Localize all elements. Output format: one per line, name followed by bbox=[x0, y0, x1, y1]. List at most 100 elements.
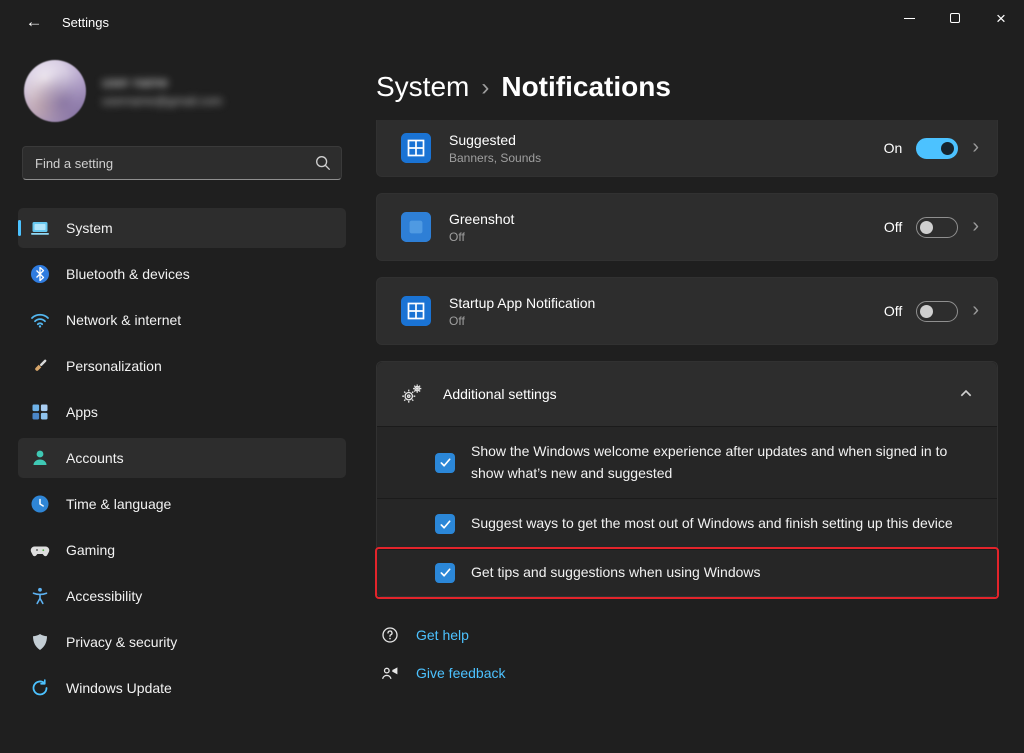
wifi-icon bbox=[30, 310, 50, 330]
checkbox-checked-icon[interactable] bbox=[435, 514, 455, 535]
brush-icon bbox=[30, 356, 50, 376]
greenshot-icon bbox=[401, 212, 431, 242]
checkbox-checked-icon[interactable] bbox=[435, 562, 455, 583]
sidebar-item-network-internet[interactable]: Network & internet bbox=[18, 300, 346, 340]
clock-icon bbox=[30, 494, 50, 514]
card-texts: Suggested Banners, Sounds bbox=[449, 132, 866, 165]
checkbox-checked-icon[interactable] bbox=[435, 452, 455, 473]
checkbox-label: Suggest ways to get the most out of Wind… bbox=[471, 515, 953, 532]
toggle-state-label: On bbox=[883, 140, 903, 156]
breadcrumb-system[interactable]: System bbox=[376, 71, 469, 103]
card-title: Greenshot bbox=[449, 210, 515, 227]
page-title: Notifications bbox=[501, 71, 671, 102]
toggle-switch[interactable] bbox=[916, 216, 959, 238]
card-controls: Off › bbox=[884, 300, 979, 323]
sidebar-item-system[interactable]: System bbox=[18, 208, 346, 248]
monitor-icon bbox=[30, 218, 50, 238]
toggle-switch[interactable] bbox=[916, 137, 959, 159]
sidebar-item-label: Personalization bbox=[66, 358, 162, 374]
sidebar-item-privacy-security[interactable]: Privacy & security bbox=[18, 622, 346, 662]
toggle-switch[interactable] bbox=[916, 300, 959, 322]
sidebar-item-label: Time & language bbox=[66, 496, 172, 512]
sidebar-item-personalization[interactable]: Personalization bbox=[18, 346, 346, 386]
profile-texts: user name username@gmail.com bbox=[102, 74, 222, 108]
window-controls: × bbox=[886, 0, 1024, 36]
close-button[interactable]: × bbox=[978, 0, 1024, 36]
controller-icon bbox=[30, 540, 50, 560]
window-grid-icon bbox=[401, 133, 431, 163]
app-title: Settings bbox=[62, 14, 109, 30]
avatar-image bbox=[24, 60, 86, 122]
toggle-knob bbox=[920, 304, 934, 318]
sidebar-item-label: Gaming bbox=[66, 542, 116, 558]
back-arrow-icon: ← bbox=[25, 12, 43, 31]
avatar bbox=[24, 60, 86, 122]
card-controls: Off › bbox=[884, 216, 979, 239]
search-icon bbox=[314, 154, 332, 172]
card-suggested[interactable]: Suggested Banners, Sounds On › bbox=[376, 120, 998, 177]
settings-list: Suggested Banners, Sounds On › Greenshot… bbox=[375, 120, 999, 599]
sidebar-item-apps[interactable]: Apps bbox=[18, 392, 346, 432]
card-greenshot[interactable]: Greenshot Off Off › bbox=[376, 193, 998, 261]
sidebar-item-accessibility[interactable]: Accessibility bbox=[18, 576, 346, 616]
sidebar-item-accounts[interactable]: Accounts bbox=[18, 438, 346, 478]
window-grid-icon bbox=[401, 296, 431, 326]
search-input[interactable] bbox=[22, 146, 342, 180]
close-icon: × bbox=[996, 8, 1006, 28]
checkbox-row-suggest-ways[interactable]: Suggest ways to get the most out of Wind… bbox=[377, 498, 997, 550]
card-title: Suggested bbox=[449, 131, 516, 148]
chevron-right-icon[interactable]: › bbox=[972, 300, 979, 323]
update-icon bbox=[30, 678, 50, 698]
titlebar: ← Settings × bbox=[0, 0, 1024, 44]
card-texts: Startup App Notification Off bbox=[449, 295, 866, 328]
chevron-up-icon[interactable] bbox=[959, 387, 973, 401]
search-box bbox=[22, 146, 342, 180]
sidebar-item-label: Apps bbox=[66, 404, 98, 420]
sidebar-item-label: System bbox=[66, 220, 113, 236]
sidebar-item-windows-update[interactable]: Windows Update bbox=[18, 668, 346, 708]
card-texts: Greenshot Off bbox=[449, 211, 866, 244]
card-startup-app-notification[interactable]: Startup App Notification Off Off › bbox=[376, 277, 998, 345]
card-controls: On › bbox=[884, 137, 979, 160]
selected-indicator bbox=[18, 220, 21, 236]
toggle-state-label: Off bbox=[883, 303, 903, 319]
minimize-button[interactable] bbox=[886, 0, 932, 36]
person-icon bbox=[30, 448, 50, 468]
maximize-button[interactable] bbox=[932, 0, 978, 36]
sidebar-item-label: Windows Update bbox=[66, 680, 172, 696]
back-button[interactable]: ← bbox=[14, 6, 54, 38]
sidebar-item-label: Accounts bbox=[66, 450, 124, 466]
sidebar-item-label: Bluetooth & devices bbox=[66, 266, 190, 282]
gears-icon bbox=[399, 381, 425, 407]
accessibility-icon bbox=[30, 586, 50, 606]
feedback-icon bbox=[380, 663, 400, 683]
checkbox-label: Get tips and suggestions when using Wind… bbox=[471, 564, 761, 581]
user-profile[interactable]: user name username@gmail.com bbox=[0, 44, 364, 146]
footer-links: Get help Give feedback bbox=[376, 625, 998, 683]
checkbox-row-get-tips[interactable]: Get tips and suggestions when using Wind… bbox=[375, 547, 999, 599]
apps-grid-icon bbox=[30, 402, 50, 422]
user-email: username@gmail.com bbox=[102, 94, 223, 108]
additional-settings-group: Additional settings Show the Windows wel… bbox=[375, 361, 999, 599]
sidebar-item-bluetooth-devices[interactable]: Bluetooth & devices bbox=[18, 254, 346, 294]
give-feedback-label: Give feedback bbox=[416, 664, 506, 681]
additional-settings-header[interactable]: Additional settings bbox=[377, 362, 997, 426]
card-subtitle: Off bbox=[449, 313, 465, 328]
sidebar-item-time-language[interactable]: Time & language bbox=[18, 484, 346, 524]
help-icon bbox=[380, 625, 400, 645]
checkbox-label: Show the Windows welcome experience afte… bbox=[471, 443, 948, 481]
breadcrumb: System › Notifications bbox=[376, 66, 998, 108]
chevron-right-icon[interactable]: › bbox=[972, 137, 979, 160]
breadcrumb-separator-icon: › bbox=[481, 74, 490, 101]
toggle-state-label: Off bbox=[883, 219, 903, 235]
card-title: Startup App Notification bbox=[449, 294, 596, 311]
shield-icon bbox=[30, 632, 50, 652]
checkbox-row-welcome-experience[interactable]: Show the Windows welcome experience afte… bbox=[377, 426, 997, 499]
chevron-right-icon[interactable]: › bbox=[972, 216, 979, 239]
get-help-label: Get help bbox=[416, 626, 469, 643]
card-subtitle: Off bbox=[449, 229, 465, 244]
sidebar-item-gaming[interactable]: Gaming bbox=[18, 530, 346, 570]
give-feedback-link[interactable]: Give feedback bbox=[380, 663, 506, 683]
sidebar-item-label: Accessibility bbox=[66, 588, 143, 604]
get-help-link[interactable]: Get help bbox=[380, 625, 469, 645]
